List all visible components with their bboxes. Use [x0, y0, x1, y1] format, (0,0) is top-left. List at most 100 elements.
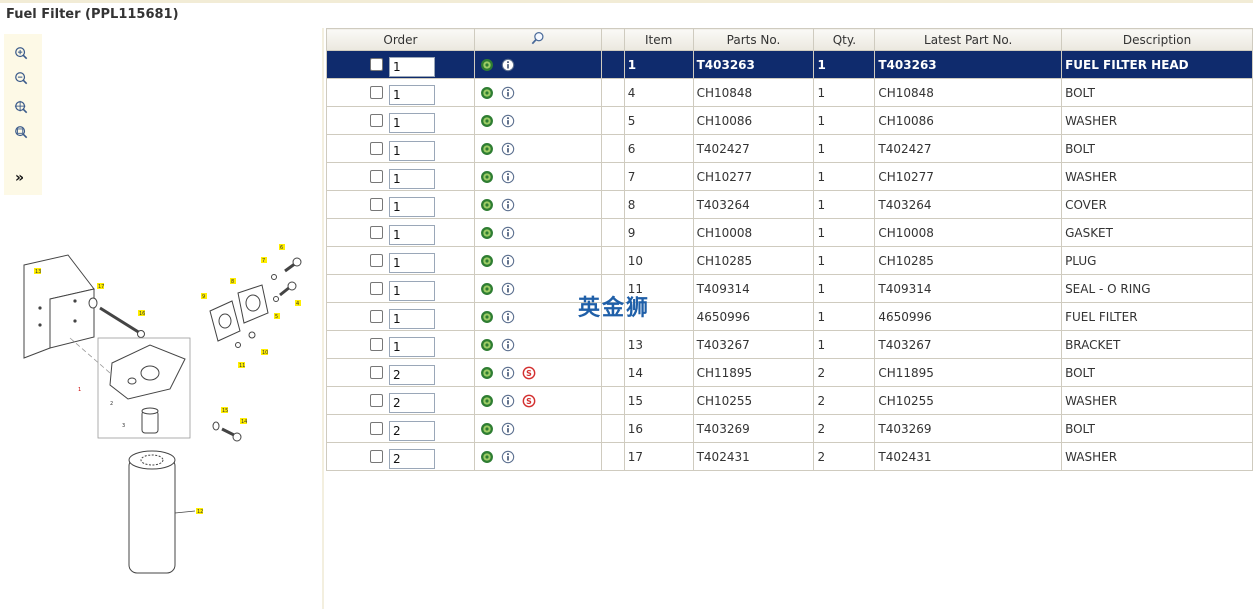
gear-icon[interactable] — [480, 394, 494, 408]
info-icon[interactable] — [501, 422, 515, 436]
latest-part-number[interactable]: CH10086 — [874, 106, 1063, 135]
info-icon[interactable] — [501, 58, 515, 72]
info-icon[interactable] — [501, 450, 515, 464]
table-row[interactable]: S 15 CH10255 2 CH10255 WASHER — [326, 386, 1253, 415]
zoom-out-button[interactable] — [10, 67, 32, 89]
zoom-window-button[interactable] — [10, 121, 32, 143]
info-icon[interactable] — [501, 254, 515, 268]
header-search[interactable] — [473, 28, 602, 51]
parts-number[interactable]: 4650996 — [692, 302, 815, 331]
row-checkbox[interactable] — [370, 198, 383, 211]
table-row[interactable]: S 6 T402427 1 T402427 BOLT — [326, 134, 1253, 163]
s-badge-icon[interactable]: S — [522, 366, 536, 380]
parts-number[interactable]: T402427 — [692, 134, 815, 163]
order-quantity-input[interactable] — [389, 169, 435, 189]
gear-icon[interactable] — [480, 310, 494, 324]
info-icon[interactable] — [501, 282, 515, 296]
latest-part-number[interactable]: T403263 — [874, 50, 1063, 79]
info-icon[interactable] — [501, 366, 515, 380]
gear-icon[interactable] — [480, 366, 494, 380]
order-quantity-input[interactable] — [389, 197, 435, 217]
latest-part-number[interactable]: T403267 — [874, 330, 1063, 359]
info-icon[interactable] — [501, 198, 515, 212]
order-quantity-input[interactable] — [389, 421, 435, 441]
table-row[interactable]: S 13 T403267 1 T403267 BRACKET — [326, 330, 1253, 359]
order-quantity-input[interactable] — [389, 225, 435, 245]
info-icon[interactable] — [501, 310, 515, 324]
row-checkbox[interactable] — [370, 450, 383, 463]
row-checkbox[interactable] — [370, 282, 383, 295]
zoom-fit-button[interactable] — [10, 96, 32, 118]
table-row[interactable]: S 7 CH10277 1 CH10277 WASHER — [326, 162, 1253, 191]
s-badge-icon[interactable]: S — [522, 394, 536, 408]
latest-part-number[interactable]: T403264 — [874, 190, 1063, 219]
row-checkbox[interactable] — [370, 394, 383, 407]
table-row[interactable]: S 14 CH11895 2 CH11895 BOLT — [326, 358, 1253, 387]
header-qty[interactable]: Qty. — [813, 28, 876, 51]
gear-icon[interactable] — [480, 142, 494, 156]
parts-number[interactable]: CH10277 — [692, 162, 815, 191]
parts-number[interactable]: CH10086 — [692, 106, 815, 135]
latest-part-number[interactable]: CH10008 — [874, 218, 1063, 247]
latest-part-number[interactable]: CH10277 — [874, 162, 1063, 191]
parts-number[interactable]: T403264 — [692, 190, 815, 219]
info-icon[interactable] — [501, 394, 515, 408]
latest-part-number[interactable]: T402427 — [874, 134, 1063, 163]
zoom-in-button[interactable] — [10, 42, 32, 64]
header-item[interactable]: Item — [623, 28, 694, 51]
parts-number[interactable]: CH10285 — [692, 246, 815, 275]
latest-part-number[interactable]: T403269 — [874, 414, 1063, 443]
latest-part-number[interactable]: CH10848 — [874, 78, 1063, 107]
gear-icon[interactable] — [480, 114, 494, 128]
order-quantity-input[interactable] — [389, 281, 435, 301]
header-description[interactable]: Description — [1061, 28, 1253, 51]
table-row[interactable]: S 11 T409314 1 T409314 SEAL - O RING — [326, 274, 1253, 303]
order-quantity-input[interactable] — [389, 57, 435, 77]
parts-number[interactable]: CH10848 — [692, 78, 815, 107]
gear-icon[interactable] — [480, 86, 494, 100]
row-checkbox[interactable] — [370, 254, 383, 267]
parts-number[interactable]: T409314 — [692, 274, 815, 303]
table-row[interactable]: S 10 CH10285 1 CH10285 PLUG — [326, 246, 1253, 275]
gear-icon[interactable] — [480, 338, 494, 352]
expand-button[interactable]: » — [15, 170, 24, 186]
info-icon[interactable] — [501, 338, 515, 352]
row-checkbox[interactable] — [370, 58, 383, 71]
order-quantity-input[interactable] — [389, 141, 435, 161]
gear-icon[interactable] — [480, 58, 494, 72]
order-quantity-input[interactable] — [389, 253, 435, 273]
table-row[interactable]: S 9 CH10008 1 CH10008 GASKET — [326, 218, 1253, 247]
parts-number[interactable]: T403263 — [692, 50, 815, 79]
latest-part-number[interactable]: 4650996 — [874, 302, 1063, 331]
latest-part-number[interactable]: CH10285 — [874, 246, 1063, 275]
parts-number[interactable]: T403269 — [692, 414, 815, 443]
order-quantity-input[interactable] — [389, 309, 435, 329]
info-icon[interactable] — [501, 226, 515, 240]
order-quantity-input[interactable] — [389, 85, 435, 105]
parts-number[interactable]: T403267 — [692, 330, 815, 359]
gear-icon[interactable] — [480, 450, 494, 464]
latest-part-number[interactable]: CH10255 — [874, 386, 1063, 415]
row-checkbox[interactable] — [370, 226, 383, 239]
gear-icon[interactable] — [480, 226, 494, 240]
row-checkbox[interactable] — [370, 114, 383, 127]
row-checkbox[interactable] — [370, 86, 383, 99]
table-row[interactable]: S 4650996 1 4650996 FUEL FILTER — [326, 302, 1253, 331]
row-checkbox[interactable] — [370, 310, 383, 323]
latest-part-number[interactable]: T402431 — [874, 442, 1063, 471]
gear-icon[interactable] — [480, 422, 494, 436]
parts-number[interactable]: CH11895 — [692, 358, 815, 387]
order-quantity-input[interactable] — [389, 113, 435, 133]
latest-part-number[interactable]: T409314 — [874, 274, 1063, 303]
table-row[interactable]: S 16 T403269 2 T403269 BOLT — [326, 414, 1253, 443]
row-checkbox[interactable] — [370, 422, 383, 435]
parts-number[interactable]: CH10008 — [692, 218, 815, 247]
row-checkbox[interactable] — [370, 338, 383, 351]
table-row[interactable]: S 17 T402431 2 T402431 WASHER — [326, 442, 1253, 471]
header-latest-part-no[interactable]: Latest Part No. — [874, 28, 1063, 51]
gear-icon[interactable] — [480, 282, 494, 296]
order-quantity-input[interactable] — [389, 337, 435, 357]
latest-part-number[interactable]: CH11895 — [874, 358, 1063, 387]
row-checkbox[interactable] — [370, 142, 383, 155]
header-order[interactable]: Order — [326, 28, 475, 51]
